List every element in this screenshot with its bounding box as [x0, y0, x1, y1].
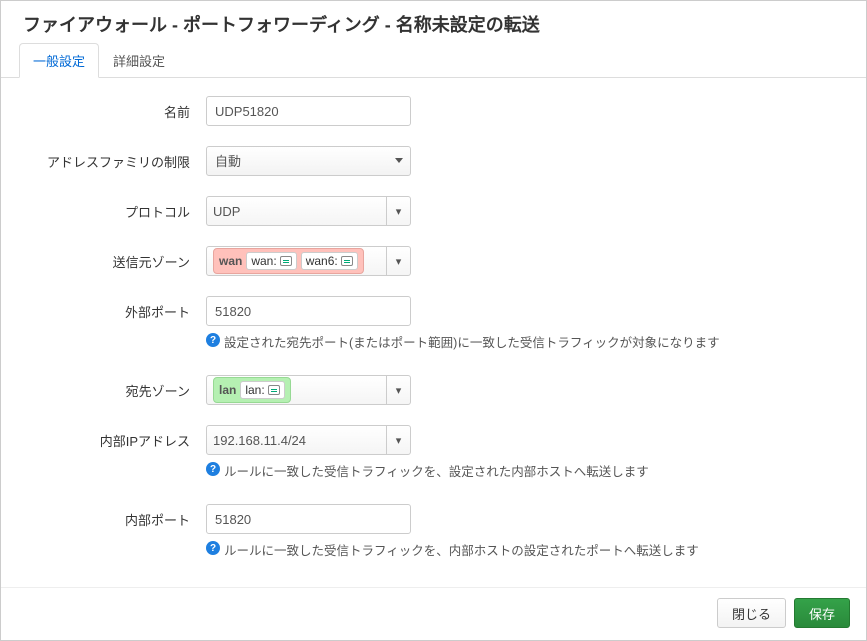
- ethernet-icon: [280, 256, 292, 266]
- modal-footer: 閉じる 保存: [1, 587, 866, 640]
- help-intport: ? ルールに一致した受信トラフィックを、内部ホストの設定されたポートへ転送します: [206, 540, 846, 559]
- help-icon: ?: [206, 541, 220, 555]
- zone-lan-chip: lan lan:: [213, 377, 291, 403]
- row-af: アドレスファミリの制限 自動: [21, 146, 846, 176]
- intip-select[interactable]: 192.168.11.4/24: [206, 425, 411, 455]
- label-name: 名前: [21, 96, 206, 121]
- label-srczone: 送信元ゾーン: [21, 246, 206, 271]
- ethernet-icon: [341, 256, 353, 266]
- help-intip: ? ルールに一致した受信トラフィックを、設定された内部ホストへ転送します: [206, 461, 846, 480]
- intport-input[interactable]: [206, 504, 411, 534]
- proto-value: UDP: [213, 204, 240, 219]
- chevron-down-icon: [386, 426, 410, 454]
- chevron-down-icon: [386, 247, 410, 275]
- label-extport: 外部ポート: [21, 296, 206, 321]
- iface-wan6: wan6:: [301, 252, 358, 270]
- tabs: 一般設定 詳細設定: [1, 43, 866, 78]
- ethernet-icon: [268, 385, 280, 395]
- row-intip: 内部IPアドレス 192.168.11.4/24 ? ルールに一致した受信トラフ…: [21, 425, 846, 480]
- iface-lan: lan:: [240, 381, 284, 399]
- label-proto: プロトコル: [21, 196, 206, 221]
- srczone-select[interactable]: wan wan: wan6:: [206, 246, 411, 276]
- close-button[interactable]: 閉じる: [717, 598, 786, 628]
- iface-wan: wan:: [246, 252, 296, 270]
- row-intport: 内部ポート ? ルールに一致した受信トラフィックを、内部ホストの設定されたポート…: [21, 504, 846, 559]
- form: 名前 アドレスファミリの制限 自動 プロトコル UDP: [1, 78, 866, 587]
- help-extport: ? 設定された宛先ポート(またはポート範囲)に一致した受信トラフィックが対象にな…: [206, 332, 846, 351]
- row-name: 名前: [21, 96, 846, 126]
- label-dstzone: 宛先ゾーン: [21, 375, 206, 400]
- row-proto: プロトコル UDP: [21, 196, 846, 226]
- tab-general[interactable]: 一般設定: [19, 43, 99, 78]
- proto-select[interactable]: UDP: [206, 196, 411, 226]
- label-intip: 内部IPアドレス: [21, 425, 206, 450]
- chevron-down-icon: [386, 197, 410, 225]
- row-srczone: 送信元ゾーン wan wan: wan6:: [21, 246, 846, 276]
- row-dstzone: 宛先ゾーン lan lan:: [21, 375, 846, 405]
- help-icon: ?: [206, 462, 220, 476]
- label-af: アドレスファミリの制限: [21, 146, 206, 171]
- af-select[interactable]: 自動: [206, 146, 411, 176]
- tab-advanced[interactable]: 詳細設定: [99, 43, 179, 78]
- portforward-modal: ファイアウォール - ポートフォワーディング - 名称未設定の転送 一般設定 詳…: [0, 0, 867, 641]
- chevron-down-icon: [386, 376, 410, 404]
- row-extport: 外部ポート ? 設定された宛先ポート(またはポート範囲)に一致した受信トラフィッ…: [21, 296, 846, 351]
- save-button[interactable]: 保存: [794, 598, 850, 628]
- label-intport: 内部ポート: [21, 504, 206, 529]
- extport-input[interactable]: [206, 296, 411, 326]
- zone-wan-chip: wan wan: wan6:: [213, 248, 364, 274]
- name-input[interactable]: [206, 96, 411, 126]
- modal-title: ファイアウォール - ポートフォワーディング - 名称未設定の転送: [1, 1, 866, 43]
- help-icon: ?: [206, 333, 220, 347]
- dstzone-select[interactable]: lan lan:: [206, 375, 411, 405]
- intip-value: 192.168.11.4/24: [213, 433, 306, 448]
